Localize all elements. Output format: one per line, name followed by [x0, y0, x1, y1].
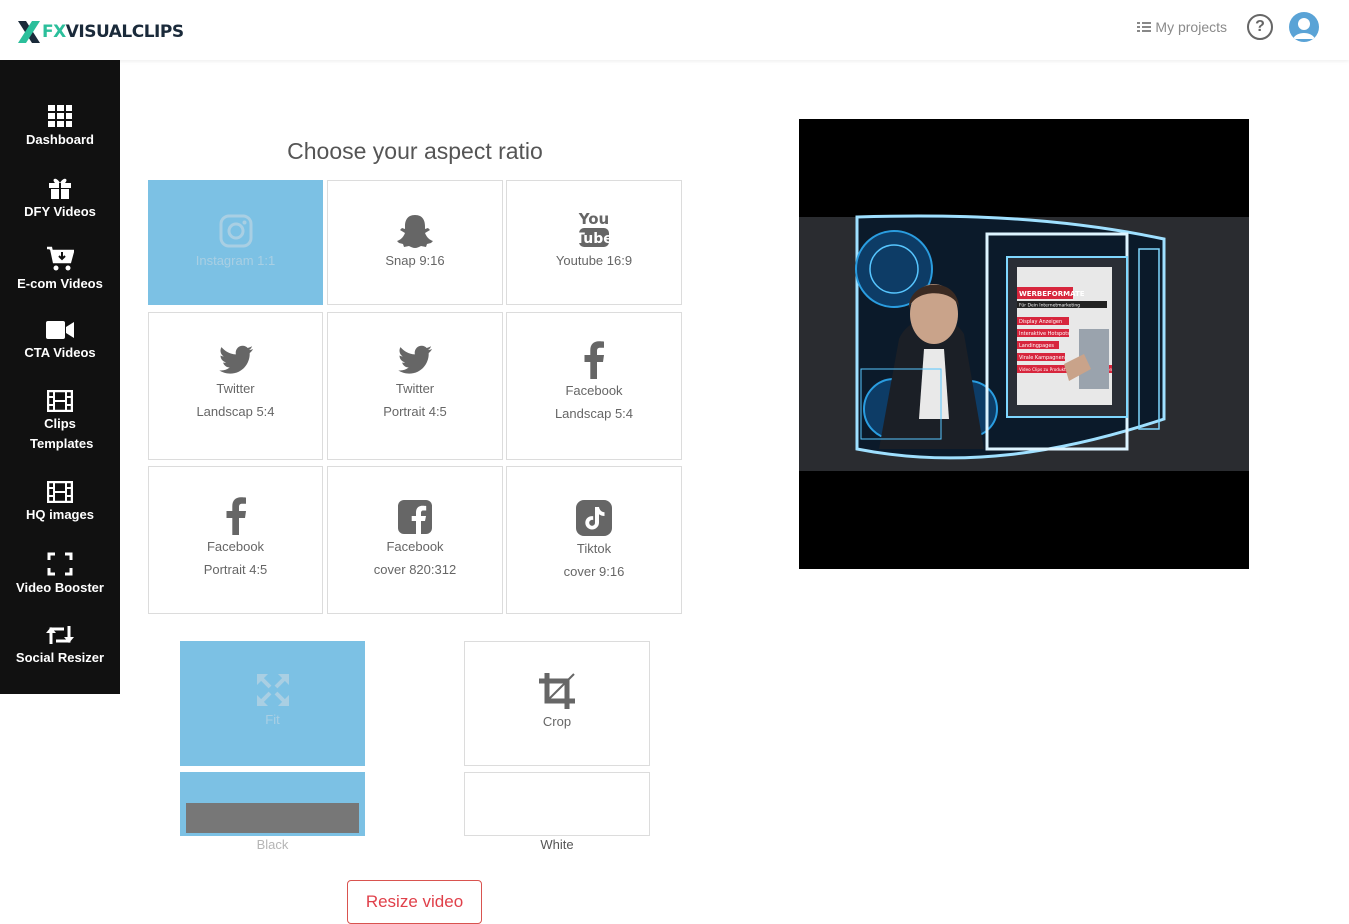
overlay-subtitle: Für Dein Internetmarketing [1019, 303, 1080, 309]
sidebar-item-ecom-videos[interactable]: E-com Videos [0, 246, 120, 294]
sidebar-item-cta-videos[interactable]: CTA Videos [0, 319, 120, 363]
snapchat-icon [397, 215, 433, 248]
mode-fit-button[interactable]: Fit [180, 641, 365, 766]
list-check-icon [1137, 22, 1152, 32]
mode-fit-label: Fit [265, 712, 280, 727]
sidebar-item-dfy-videos[interactable]: DFY Videos [0, 176, 120, 222]
overlay-item: Landingpages [1019, 343, 1054, 349]
sidebar-label-clips-templates: Clips Templates [30, 416, 94, 451]
top-bar: FXVISUALCLIPS My projects ? [0, 0, 1349, 60]
ratio-tile-tiktok[interactable]: Tiktok cover 9:16 [506, 466, 682, 614]
my-projects-label: My projects [1155, 19, 1227, 35]
ratio-label-line1: Facebook [565, 383, 623, 398]
sidebar-label-social-resizer: Social Resizer [15, 650, 105, 665]
svg-text:You: You [578, 210, 609, 228]
background-black-button[interactable] [180, 772, 365, 836]
ratio-label-line1: Twitter [395, 381, 435, 396]
overlay-item: Display Anzeigen [1019, 319, 1062, 325]
preview-frame: WERBEFORMATE Für Dein Internetmarketing … [799, 119, 1249, 569]
ratio-label-line2: Landscap 5:4 [196, 404, 275, 419]
expand-icon [47, 552, 73, 576]
ratio-label: Instagram 1:1 [195, 253, 276, 268]
background-white-button[interactable] [464, 772, 650, 836]
ratio-label: Youtube 16:9 [555, 253, 633, 268]
video-preview[interactable]: WERBEFORMATE Für Dein Internetmarketing … [799, 119, 1249, 569]
ratio-label-line1: Twitter [216, 381, 255, 396]
sidebar: Dashboard DFY Videos E-com Videos CTA Vi… [0, 60, 120, 694]
mode-crop-button[interactable]: Crop [464, 641, 650, 766]
ratio-tile-snap[interactable]: Snap 9:16 [327, 180, 503, 305]
ratio-label-line2: Landscap 5:4 [554, 406, 634, 421]
ratio-label: Snap 9:16 [385, 253, 445, 268]
ratio-tile-facebook-landscape[interactable]: Facebook Landscap 5:4 [506, 312, 682, 460]
twitter-icon [398, 345, 432, 374]
ratio-label-line1: Facebook [386, 539, 444, 554]
sidebar-item-social-resizer[interactable]: Social Resizer [0, 624, 120, 668]
sidebar-item-hq-images[interactable]: HQ images [0, 481, 120, 525]
user-icon [1290, 13, 1318, 41]
background-black-label: Black [256, 837, 289, 852]
instagram-icon [219, 214, 252, 248]
svg-text:Tube: Tube [577, 231, 611, 247]
page-title: Choose your aspect ratio [287, 138, 543, 164]
sidebar-item-video-booster[interactable]: Video Booster [0, 552, 120, 598]
film-icon [47, 481, 73, 503]
retweet-icon [46, 626, 74, 644]
sidebar-label-cta-videos: CTA Videos [24, 345, 96, 360]
tiktok-icon [576, 500, 612, 536]
ratio-tile-youtube[interactable]: You Tube Youtube 16:9 [506, 180, 682, 305]
grid-icon [48, 105, 72, 127]
cart-icon [47, 246, 74, 271]
black-swatch [186, 803, 359, 833]
sidebar-item-dashboard[interactable]: Dashboard [0, 104, 120, 150]
ratio-tile-instagram[interactable]: Instagram 1:1 [148, 180, 323, 305]
gift-icon [49, 178, 71, 199]
overlay-item: Virale Kampagnen [1019, 355, 1065, 361]
ratio-tile-twitter-portrait[interactable]: Twitter Portrait 4:5 [327, 312, 503, 460]
top-nav: My projects ? [1137, 12, 1319, 42]
sidebar-label-hq-images: HQ images [26, 507, 94, 522]
overlay-item: Interaktive Hotspots [1019, 331, 1070, 337]
my-projects-link[interactable]: My projects [1137, 19, 1227, 35]
ratio-label-line2: Portrait 4:5 [203, 562, 268, 577]
background-white-label: White [540, 837, 574, 852]
ratio-label-line2: Portrait 4:5 [383, 404, 447, 419]
facebook-square-icon [398, 500, 432, 534]
crop-icon [539, 673, 575, 709]
logo-x-icon [18, 21, 40, 43]
mode-crop-label: Crop [542, 714, 572, 729]
brand-logo[interactable]: FXVISUALCLIPS [16, 18, 184, 46]
twitter-icon [218, 345, 253, 374]
expand-arrows-icon [256, 674, 289, 706]
facebook-icon [226, 497, 246, 535]
ratio-tile-facebook-portrait[interactable]: Facebook Portrait 4:5 [148, 466, 323, 614]
youtube-icon: You Tube [577, 210, 611, 247]
logo-text: FXVISUALCLIPS [42, 22, 184, 42]
facebook-icon [584, 341, 604, 379]
film-icon [47, 390, 73, 412]
ratio-label-line1: Tiktok [576, 541, 612, 556]
sidebar-item-clips-templates[interactable]: Clips Templates [0, 390, 120, 454]
sidebar-label-dashboard: Dashboard [26, 132, 94, 147]
help-icon[interactable]: ? [1247, 14, 1273, 40]
ratio-label-line2: cover 820:312 [373, 562, 457, 577]
video-camera-icon [46, 321, 74, 339]
sidebar-label-dfy-videos: DFY Videos [24, 204, 96, 219]
ratio-label-line2: cover 9:16 [563, 564, 625, 579]
resize-video-button[interactable]: Resize video [347, 880, 482, 924]
sidebar-label-ecom-videos: E-com Videos [17, 276, 103, 291]
overlay-title: WERBEFORMATE [1019, 290, 1085, 298]
avatar[interactable] [1289, 12, 1319, 42]
sidebar-label-video-booster: Video Booster [16, 580, 104, 595]
ratio-tile-twitter-landscape[interactable]: Twitter Landscap 5:4 [148, 312, 323, 460]
ratio-label-line1: Facebook [206, 539, 265, 554]
ratio-tile-facebook-cover[interactable]: Facebook cover 820:312 [327, 466, 503, 614]
